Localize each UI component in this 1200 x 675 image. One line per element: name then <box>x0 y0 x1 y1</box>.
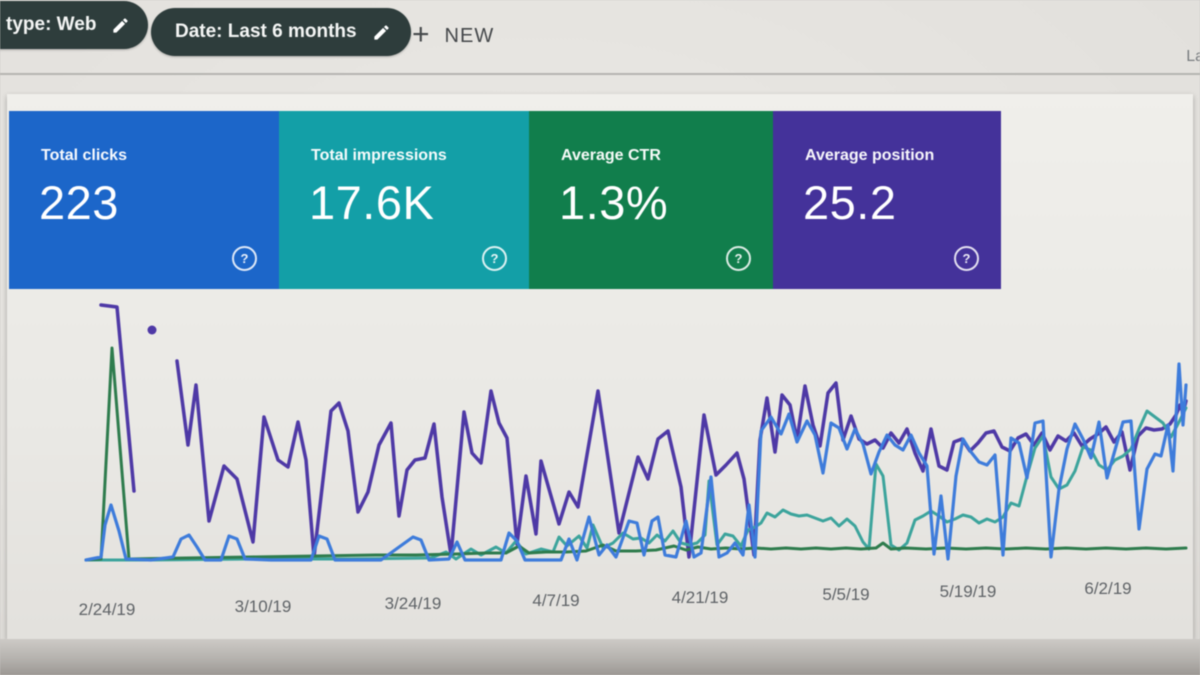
new-filter-label: NEW <box>444 24 495 47</box>
pencil-icon <box>372 23 391 42</box>
performance-line-chart[interactable]: 2/24/19 3/10/19 3/24/19 4/7/19 4/21/19 5/5/19… <box>7 94 1193 639</box>
filter-chip-label: Date: Last 6 months <box>175 21 357 42</box>
clipped-right-text: La <box>1186 48 1200 65</box>
filter-chip-date[interactable]: Date: Last 6 months <box>151 8 411 56</box>
filter-toolbar: type: Web Date: Last 6 months + NEW La <box>0 0 1200 94</box>
page-bottom-margin <box>0 639 1200 675</box>
x-tick-label: 3/24/19 <box>384 594 442 613</box>
pencil-icon <box>111 16 130 35</box>
x-tick-label: 4/21/19 <box>671 588 729 607</box>
plus-icon: + <box>412 18 430 51</box>
x-tick-label: 6/2/19 <box>1084 579 1132 598</box>
x-tick-label: 2/24/19 <box>78 600 136 619</box>
impressions-point-dot <box>147 325 157 335</box>
filter-chip-label: type: Web <box>6 14 97 35</box>
chart-canvas <box>84 303 1188 562</box>
toolbar-divider <box>0 73 1200 75</box>
new-filter-button[interactable]: + NEW <box>406 18 500 54</box>
x-tick-label: 5/5/19 <box>822 585 870 604</box>
search-console-performance-screenshot: type: Web Date: Last 6 months + NEW La T… <box>0 0 1200 675</box>
x-tick-label: 4/7/19 <box>532 591 580 610</box>
x-tick-label: 3/10/19 <box>234 597 292 616</box>
performance-report-card: Total clicks 223 ? Total impressions 17.… <box>7 94 1193 639</box>
x-tick-label: 5/19/19 <box>939 582 997 601</box>
impressions-line <box>175 359 1188 559</box>
filter-chip-search-type[interactable]: type: Web <box>0 1 149 49</box>
